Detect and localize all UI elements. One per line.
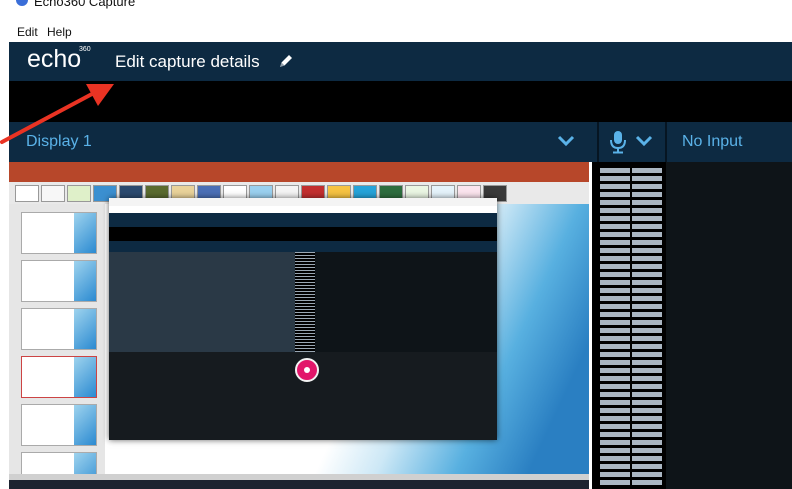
annotation-arrow [0, 84, 114, 144]
app-icon [16, 0, 28, 6]
microphone-icon[interactable] [609, 130, 627, 154]
preview-ribbon-tabs [9, 162, 589, 182]
logo-superscript: 360 [79, 46, 91, 53]
nested-secondary-preview [315, 252, 497, 352]
secondary-source-preview [666, 162, 792, 489]
audio-meter-left-channel [600, 168, 630, 486]
nested-menu-bar [109, 206, 497, 213]
source-divider [665, 122, 667, 162]
menu-edit[interactable]: Edit [17, 25, 38, 39]
app-header: echo 360 Edit capture details [9, 42, 792, 81]
audio-chevron-down-icon[interactable] [635, 134, 653, 148]
preview-slide-list [9, 204, 105, 489]
pencil-icon[interactable] [277, 52, 295, 70]
echo-logo: echo [27, 45, 82, 73]
nested-preview [109, 252, 295, 352]
nested-window-title [109, 198, 497, 206]
secondary-source-label[interactable]: No Input [682, 133, 742, 151]
preview-slide-thumb [21, 212, 97, 254]
preview-slide-thumb [21, 356, 97, 398]
preview-slide-thumb [21, 308, 97, 350]
menu-bar: Edit Help [0, 22, 792, 42]
window-titlebar: Echo360 Capture [0, 0, 792, 22]
display-preview [9, 162, 589, 489]
preview-theme-thumb [67, 185, 91, 202]
preview-taskbar [9, 480, 589, 489]
preview-theme-thumb [41, 185, 65, 202]
audio-meter-right-channel [632, 168, 662, 486]
nested-capture-window [109, 198, 497, 440]
chevron-down-icon[interactable] [557, 134, 575, 148]
source-divider [597, 122, 599, 162]
nested-app-header [109, 213, 497, 227]
menu-help[interactable]: Help [47, 25, 72, 39]
preview-theme-thumb [15, 185, 39, 202]
nested-audio-meter [295, 252, 315, 352]
preview-slide-thumb [21, 404, 97, 446]
nested-record-button [295, 358, 319, 382]
nested-header-spacer [109, 227, 497, 241]
window-title: Echo360 Capture [34, 0, 136, 9]
audio-level-meter [592, 162, 666, 489]
nested-source-bar [109, 241, 497, 252]
edit-capture-details-title[interactable]: Edit capture details [115, 52, 260, 72]
preview-slide-thumb [21, 260, 97, 302]
